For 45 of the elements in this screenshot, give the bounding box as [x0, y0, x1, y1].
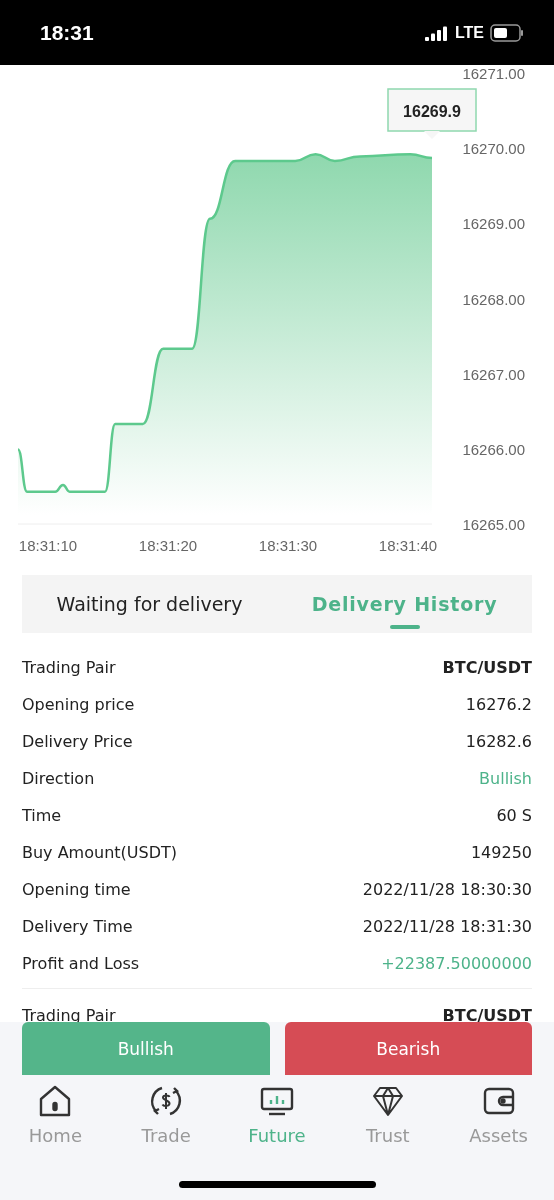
- field-value: 2022/11/28 18:30:30: [362, 880, 532, 899]
- y-tick-label: 16266.00: [462, 440, 525, 458]
- y-tick-label: 16265.00: [462, 516, 525, 533]
- bearish-button[interactable]: Bearish: [284, 1022, 532, 1075]
- field-label: Opening time: [22, 880, 131, 899]
- field-label: Profit and Loss: [22, 954, 140, 973]
- x-tick-label: 18:31:20: [138, 537, 198, 554]
- field-label: Time: [22, 806, 62, 825]
- field-label: Trading Pair: [22, 1006, 116, 1025]
- y-tick-label: 16267.00: [462, 365, 525, 383]
- tab[interactable]: Waiting for delivery: [22, 575, 277, 633]
- field-value: 149250: [470, 843, 532, 862]
- tab[interactable]: Delivery History: [277, 575, 532, 633]
- x-tick-label: 18:31:40: [378, 537, 438, 554]
- y-tick-label: 16270.00: [462, 140, 525, 158]
- field-label: Delivery Time: [22, 917, 133, 936]
- field-label: Buy Amount(USDT): [22, 843, 177, 862]
- field-value: 2022/11/28 18:31:30: [362, 917, 532, 936]
- price-tooltip: 16269.9: [387, 88, 477, 139]
- field-value: 16276.2: [465, 695, 532, 714]
- nav-tab[interactable]: Home: [5, 1083, 106, 1146]
- field-value: 16282.6: [465, 732, 532, 751]
- field-value: 60 S: [496, 806, 532, 825]
- field-value: BTC/USDT: [442, 658, 532, 677]
- signal-icon: [424, 24, 449, 41]
- network-label: LTE: [454, 23, 484, 42]
- nav-tab[interactable]: Future: [227, 1083, 327, 1146]
- field-label: Delivery Price: [22, 732, 133, 751]
- nav-tab[interactable]: Assets: [448, 1083, 549, 1146]
- y-tick-label: 16271.00: [462, 65, 525, 82]
- field-value: BTC/USDT: [442, 1006, 532, 1025]
- status-time: 18:31: [40, 20, 94, 45]
- x-tick-label: 18:31:30: [258, 537, 318, 554]
- x-tick-label: 18:31:10: [18, 537, 78, 554]
- y-tick-label: 16268.00: [462, 290, 525, 308]
- field-value: Bullish: [479, 769, 532, 788]
- field-value: +22387.50000000: [381, 954, 532, 973]
- bullish-button[interactable]: Bullish: [22, 1022, 270, 1075]
- field-label: Trading Pair: [22, 658, 116, 677]
- field-label: Direction: [22, 769, 95, 788]
- battery-icon: [490, 23, 524, 42]
- y-tick-label: 16269.00: [462, 215, 525, 233]
- nav-tab[interactable]: Trust: [337, 1083, 438, 1146]
- field-label: Opening price: [22, 695, 135, 714]
- nav-tab[interactable]: Trade: [116, 1083, 217, 1146]
